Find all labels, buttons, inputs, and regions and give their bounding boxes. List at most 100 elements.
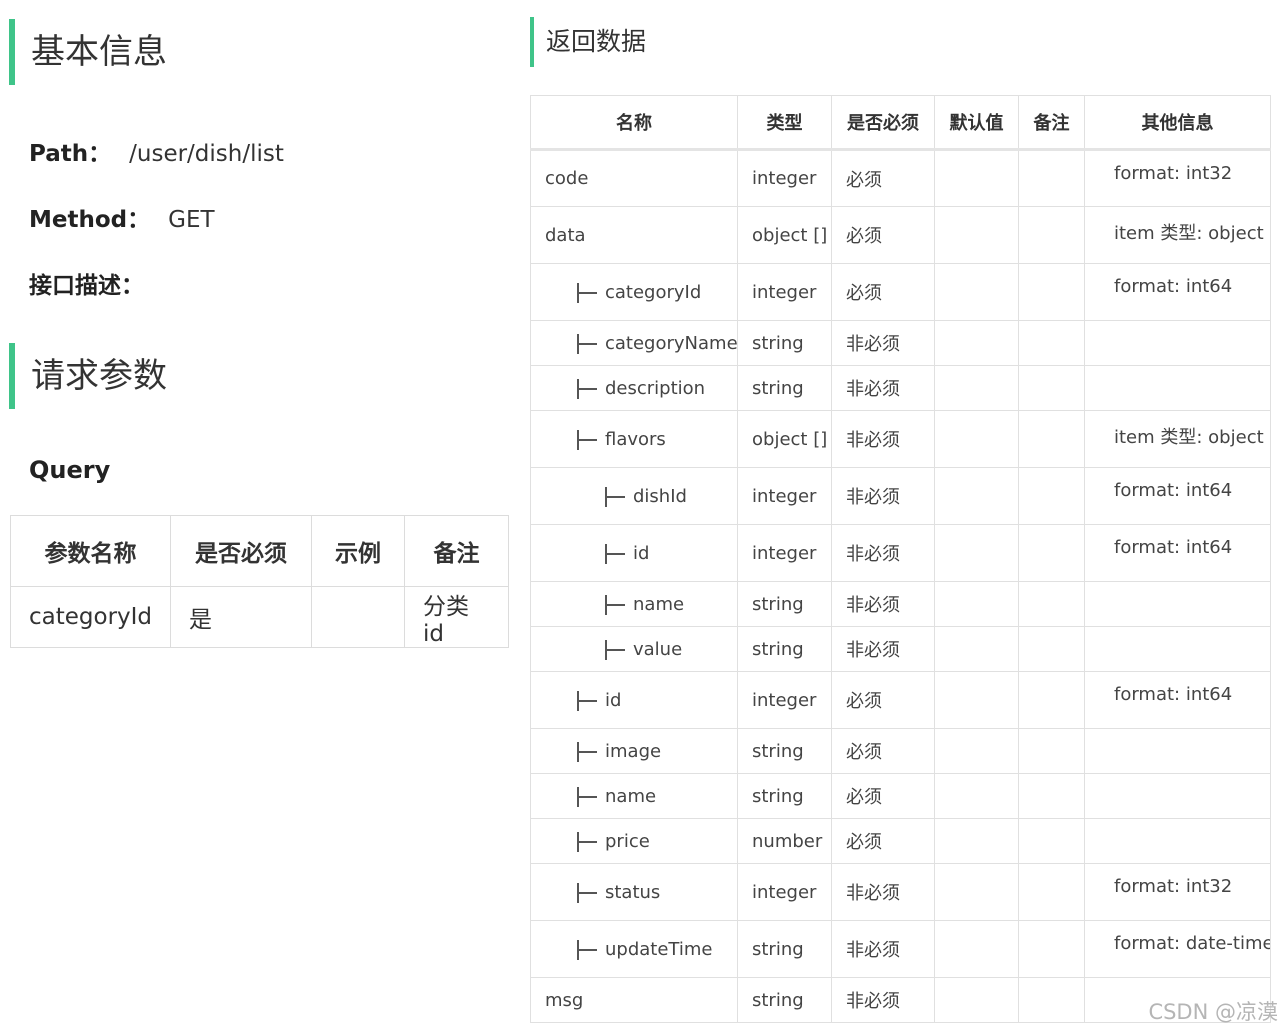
- cell-type: number: [737, 818, 832, 864]
- table-row: flavors object [] 非必须 item 类型: object: [530, 410, 1271, 468]
- table-row: code integer 必须 format: int32: [530, 149, 1271, 207]
- cell-required: 非必须: [831, 863, 935, 921]
- cell-required: 非必须: [831, 920, 935, 978]
- tree-branch-icon: [577, 690, 601, 711]
- cell-default: [934, 863, 1019, 921]
- cell-remark: [1018, 410, 1085, 468]
- cell-other: item 类型: object: [1084, 410, 1271, 468]
- cell-type: string: [737, 581, 832, 627]
- cell-default: [934, 320, 1019, 366]
- cell-required: 必须: [831, 263, 935, 321]
- table-header-row: 参数名称 是否必须 示例 备注: [9, 515, 509, 587]
- column-header: 备注: [404, 515, 509, 587]
- cell-default: [934, 728, 1019, 774]
- cell-other: format: date-time: [1084, 920, 1271, 978]
- cell-remark: [1018, 581, 1085, 627]
- cell-remark: [1018, 320, 1085, 366]
- cell-default: [934, 581, 1019, 627]
- cell-name: updateTime: [530, 920, 738, 978]
- table-row: categoryName string 非必须: [530, 320, 1271, 366]
- param-remark-cell: 分类id: [404, 586, 509, 648]
- cell-name: categoryId: [530, 263, 738, 321]
- cell-default: [934, 671, 1019, 729]
- field-name: flavors: [605, 428, 666, 450]
- query-heading: Query: [29, 456, 111, 484]
- table-row: name string 非必须: [530, 581, 1271, 627]
- response-table: 名称 类型 是否必须 默认值 备注 其他信息 code integer 必须 form…: [530, 95, 1271, 1023]
- cell-name: value: [530, 626, 738, 672]
- cell-type: string: [737, 728, 832, 774]
- cell-remark: [1018, 365, 1085, 411]
- tree-branch-icon: [577, 282, 601, 303]
- table-row: value string 非必须: [530, 626, 1271, 672]
- cell-other: [1084, 728, 1271, 774]
- cell-name: status: [530, 863, 738, 921]
- column-header: 备注: [1018, 95, 1085, 151]
- table-row: dishId integer 非必须 format: int64: [530, 467, 1271, 525]
- column-header: 是否必须: [831, 95, 935, 151]
- cell-type: integer: [737, 671, 832, 729]
- cell-type: integer: [737, 467, 832, 525]
- table-header-row: 名称 类型 是否必须 默认值 备注 其他信息: [530, 95, 1271, 151]
- field-name: id: [633, 542, 650, 564]
- path-value: /user/dish/list: [129, 141, 284, 167]
- cell-name: data: [530, 206, 738, 264]
- cell-type: integer: [737, 263, 832, 321]
- cell-other: format: int64: [1084, 671, 1271, 729]
- cell-default: [934, 365, 1019, 411]
- tree-branch-icon: [605, 639, 629, 660]
- cell-type: integer: [737, 149, 832, 207]
- cell-other: [1084, 818, 1271, 864]
- cell-remark: [1018, 524, 1085, 582]
- cell-remark: [1018, 149, 1085, 207]
- method-label: Method：: [29, 207, 151, 233]
- response-data-heading: 返回数据: [530, 17, 646, 67]
- column-header: 示例: [311, 515, 406, 587]
- tree-branch-icon: [605, 486, 629, 507]
- cell-default: [934, 524, 1019, 582]
- cell-required: 必须: [831, 728, 935, 774]
- cell-other: format: int64: [1084, 467, 1271, 525]
- cell-type: string: [737, 920, 832, 978]
- param-required-cell: 是: [170, 586, 313, 648]
- cell-name: description: [530, 365, 738, 411]
- column-header: 其他信息: [1084, 95, 1271, 151]
- cell-required: 必须: [831, 671, 935, 729]
- cell-remark: [1018, 773, 1085, 819]
- cell-remark: [1018, 920, 1085, 978]
- field-name: price: [605, 830, 650, 852]
- cell-name: code: [530, 149, 738, 207]
- tree-branch-icon: [577, 786, 601, 807]
- cell-type: string: [737, 977, 832, 1023]
- table-row: status integer 非必须 format: int32: [530, 863, 1271, 921]
- field-name: image: [605, 740, 662, 762]
- field-name: id: [605, 689, 622, 711]
- cell-default: [934, 467, 1019, 525]
- cell-default: [934, 149, 1019, 207]
- cell-remark: [1018, 671, 1085, 729]
- cell-remark: [1018, 728, 1085, 774]
- cell-name: dishId: [530, 467, 738, 525]
- cell-name: id: [530, 524, 738, 582]
- tree-branch-icon: [577, 429, 601, 450]
- cell-other: [1084, 626, 1271, 672]
- cell-type: object []: [737, 206, 832, 264]
- field-name: name: [633, 593, 685, 615]
- column-header: 类型: [737, 95, 832, 151]
- description-row: 接口描述：: [29, 266, 144, 300]
- method-value: GET: [168, 207, 215, 233]
- cell-required: 非必须: [831, 320, 935, 366]
- cell-name: image: [530, 728, 738, 774]
- cell-remark: [1018, 818, 1085, 864]
- field-name: code: [545, 168, 589, 189]
- cell-name: id: [530, 671, 738, 729]
- column-header: 是否必须: [170, 515, 313, 587]
- table-row: price number 必须: [530, 818, 1271, 864]
- cell-required: 非必须: [831, 410, 935, 468]
- cell-required: 非必须: [831, 365, 935, 411]
- cell-default: [934, 263, 1019, 321]
- cell-other: [1084, 581, 1271, 627]
- param-example-cell: [311, 586, 406, 648]
- cell-required: 非必须: [831, 626, 935, 672]
- cell-type: string: [737, 626, 832, 672]
